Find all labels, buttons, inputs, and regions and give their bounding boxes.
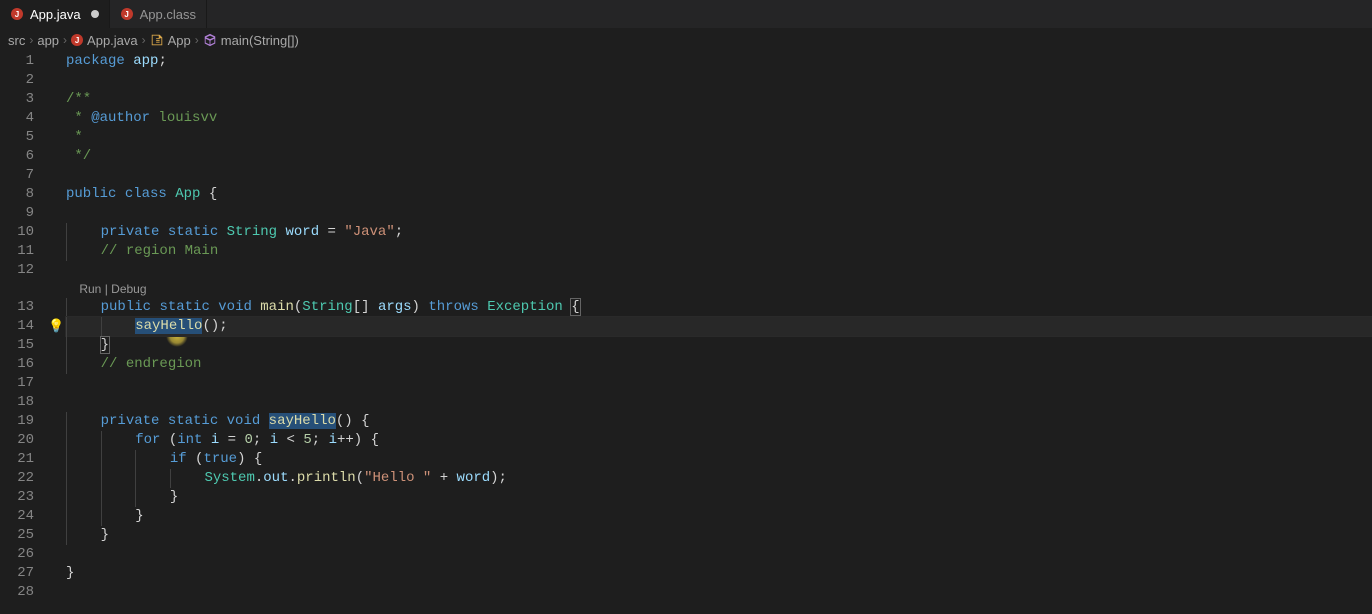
line-number: 10 [0,223,34,242]
line-number: 17 [0,374,34,393]
code-line[interactable] [66,545,1372,564]
line-number: 21 [0,450,34,469]
glyph-margin: 💡 [52,52,66,602]
code-line[interactable]: } [66,507,1372,526]
breadcrumb-src[interactable]: src [8,33,25,48]
line-number: 15 [0,336,34,355]
chevron-right-icon: › [63,33,67,47]
code-line[interactable] [66,204,1372,223]
chevron-right-icon: › [29,33,33,47]
line-number: 13 [0,298,34,317]
breadcrumb-method[interactable]: main(String[]) [203,33,299,48]
java-icon: J [10,7,24,21]
code-line[interactable] [66,374,1372,393]
code-line[interactable] [66,261,1372,280]
tab-app-class[interactable]: J App.class [110,0,207,28]
code-line[interactable]: * [66,128,1372,147]
breadcrumb-class[interactable]: App [150,33,191,48]
codelens-debug[interactable]: Debug [111,282,146,296]
code-line[interactable] [66,166,1372,185]
breadcrumb[interactable]: src › app › J App.java › App › main(Stri… [0,28,1372,52]
breadcrumb-app[interactable]: app [37,33,59,48]
code-line[interactable] [66,583,1372,602]
breadcrumb-file[interactable]: J App.java [71,33,138,48]
line-number: 28 [0,583,34,602]
lightbulb-icon[interactable]: 💡 [48,317,64,336]
tab-label: App.java [30,7,81,22]
code-line[interactable]: private static String word = "Java"; [66,223,1372,242]
line-number: 19 [0,412,34,431]
code-line[interactable]: package app; [66,52,1372,71]
dirty-indicator-icon [91,10,99,18]
editor-tabs: J App.java J App.class [0,0,1372,28]
line-number: 6 [0,147,34,166]
code-line[interactable]: } [66,336,1372,355]
code-line[interactable]: } [66,564,1372,583]
line-number: 23 [0,488,34,507]
codelens[interactable]: Run | Debug [66,280,1372,298]
code-line[interactable]: public static void main(String[] args) t… [66,298,1372,317]
code-line[interactable]: * @author louisvv [66,109,1372,128]
class-icon [150,33,164,47]
java-icon: J [120,7,134,21]
tab-label: App.class [140,7,196,22]
code-line[interactable]: */ [66,147,1372,166]
line-number: 12 [0,261,34,280]
line-number: 1 [0,52,34,71]
code-line[interactable]: /** [66,90,1372,109]
code-line[interactable] [66,71,1372,90]
line-number: 4 [0,109,34,128]
line-number: 5 [0,128,34,147]
chevron-right-icon: › [142,33,146,47]
line-number: 7 [0,166,34,185]
code-line[interactable]: } [66,488,1372,507]
codelens-run[interactable]: Run [79,282,101,296]
code-line[interactable]: for (int i = 0; i < 5; i++) { [66,431,1372,450]
line-number: 18 [0,393,34,412]
method-icon [203,33,217,47]
line-number: 25 [0,526,34,545]
line-number: 24 [0,507,34,526]
code-line[interactable]: private static void sayHello() { [66,412,1372,431]
line-number: 26 [0,545,34,564]
line-number: 14 [0,317,34,336]
line-number: 20 [0,431,34,450]
line-number: 22 [0,469,34,488]
line-number: 8 [0,185,34,204]
chevron-right-icon: › [195,33,199,47]
line-number-gutter: 1234567891011121314151617181920212223242… [0,52,52,602]
line-number: 16 [0,355,34,374]
line-number: 2 [0,71,34,90]
java-icon: J [71,34,83,46]
tab-app-java[interactable]: J App.java [0,0,110,28]
code-editor[interactable]: 1234567891011121314151617181920212223242… [0,52,1372,602]
line-number: 9 [0,204,34,223]
code-line[interactable]: // region Main [66,242,1372,261]
code-content[interactable]: package app; /** * @author louisvv * */ pu… [66,52,1372,602]
code-line[interactable] [66,393,1372,412]
code-line[interactable]: if (true) { [66,450,1372,469]
code-line[interactable]: } [66,526,1372,545]
code-line[interactable]: // endregion [66,355,1372,374]
code-line[interactable]: public class App { [66,185,1372,204]
code-line[interactable]: System.out.println("Hello " + word); [66,469,1372,488]
line-number: 27 [0,564,34,583]
code-line[interactable]: sayHello(); [66,317,1372,336]
line-number: 3 [0,90,34,109]
line-number: 11 [0,242,34,261]
